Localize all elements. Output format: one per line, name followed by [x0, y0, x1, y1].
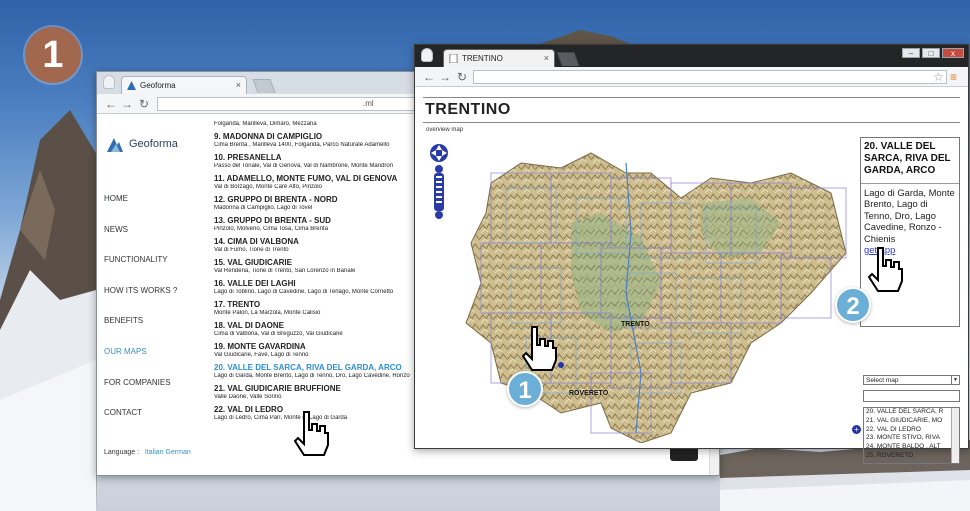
- map-option[interactable]: 21. VAL GIUDICARIE, MO: [864, 417, 959, 426]
- map-option[interactable]: 20. VALLE DEL SARCA, R: [864, 408, 959, 417]
- logo-mountain-icon: [107, 138, 123, 152]
- tab-geoforma[interactable]: Geoforma ×: [121, 76, 247, 94]
- back-icon[interactable]: ←: [105, 97, 117, 111]
- map-select-list[interactable]: 20. VALLE DEL SARCA, R 21. VAL GIUDICARIE…: [863, 407, 960, 464]
- menu-contact[interactable]: CONTACT: [104, 408, 177, 439]
- menu-how-it-works[interactable]: HOW ITS WORKS ?: [104, 286, 177, 317]
- menu-icon[interactable]: ≡: [950, 70, 957, 84]
- geoforma-logo[interactable]: Geoforma: [107, 136, 178, 152]
- hand-cursor-icon: [867, 247, 903, 292]
- info-title: 20. VALLE DEL SARCA, RIVA DEL GARDA, ARC…: [861, 138, 959, 184]
- close-tab-icon[interactable]: ×: [544, 53, 549, 63]
- new-tab-button[interactable]: [556, 52, 580, 66]
- map-label-trento: TRENTO: [621, 321, 650, 328]
- map-option[interactable]: 25. ROVERETO: [864, 452, 959, 461]
- reload-icon[interactable]: ↻: [139, 97, 149, 111]
- map-option[interactable]: 24. MONTE BALDO , ALT: [864, 443, 959, 452]
- map-label-rovereto: ROVERETO: [569, 390, 609, 397]
- overview-map-link[interactable]: overview map: [426, 127, 463, 133]
- profile-icon[interactable]: [421, 48, 433, 62]
- new-tab-button[interactable]: [252, 79, 276, 93]
- hand-cursor-icon: [293, 411, 329, 456]
- map-info-panel: 20. VALLE DEL SARCA, RIVA DEL GARDA, ARC…: [860, 137, 960, 327]
- maximize-icon[interactable]: □: [922, 48, 940, 58]
- forward-icon[interactable]: →: [439, 70, 451, 84]
- menu-functionality[interactable]: FUNCTIONALITY: [104, 255, 177, 286]
- map-zoom-control[interactable]: [429, 141, 449, 221]
- zoom-in-icon: [435, 165, 443, 173]
- reload-icon[interactable]: ↻: [457, 70, 467, 84]
- callout-1: 1: [507, 371, 543, 407]
- main-menu: HOME NEWS FUNCTIONALITY HOW ITS WORKS ? …: [104, 194, 177, 439]
- select-map-dropdown[interactable]: Select map ▼: [863, 375, 960, 385]
- close-tab-icon[interactable]: ×: [236, 80, 241, 90]
- menu-benefits[interactable]: BENEFITS: [104, 316, 177, 347]
- sidebar: Geoforma HOME NEWS FUNCTIONALITY HOW ITS…: [97, 114, 207, 475]
- menu-news[interactable]: NEWS: [104, 225, 177, 256]
- menu-our-maps[interactable]: OUR MAPS: [104, 347, 177, 378]
- nav-bar-2: ← → ↻ ☆ ≡: [415, 67, 968, 87]
- hand-cursor-icon: [521, 326, 557, 371]
- language-selector: Language : Italian German: [104, 449, 191, 456]
- page-title: TRENTINO: [425, 101, 511, 118]
- forward-icon[interactable]: →: [121, 97, 133, 111]
- list-scrollbar[interactable]: [951, 408, 959, 463]
- map-option[interactable]: 23. MONTE STIVO, RIVA: [864, 434, 959, 443]
- map-option[interactable]: 22. VAL DI LEDRO: [864, 426, 959, 435]
- bookmark-star-icon[interactable]: ☆: [933, 70, 944, 84]
- chevron-down-icon: ▼: [951, 376, 959, 384]
- zoom-out-icon: [435, 211, 443, 219]
- brand-name: Geoforma: [129, 138, 178, 150]
- tab-bar-2: TRENTINO × – □ x: [415, 45, 968, 67]
- geoforma-favicon-icon: [127, 81, 136, 90]
- step-badge: 1: [25, 27, 81, 83]
- address-bar[interactable]: [473, 70, 947, 84]
- page-icon: [449, 54, 458, 63]
- minimize-icon[interactable]: –: [902, 48, 920, 58]
- info-description: Lago di Garda, Monte Brento, Lago di Ten…: [864, 187, 955, 244]
- map-search-input[interactable]: [863, 390, 960, 402]
- tab-trentino[interactable]: TRENTINO ×: [443, 49, 555, 67]
- menu-for-companies[interactable]: FOR COMPANIES: [104, 378, 177, 409]
- menu-home[interactable]: HOME: [104, 194, 177, 225]
- language-links[interactable]: Italian German: [145, 449, 191, 456]
- profile-icon[interactable]: [103, 75, 115, 89]
- back-icon[interactable]: ←: [423, 70, 435, 84]
- add-map-icon[interactable]: +: [852, 425, 861, 434]
- close-window-icon[interactable]: x: [942, 48, 964, 58]
- window-controls: – □ x: [902, 48, 964, 58]
